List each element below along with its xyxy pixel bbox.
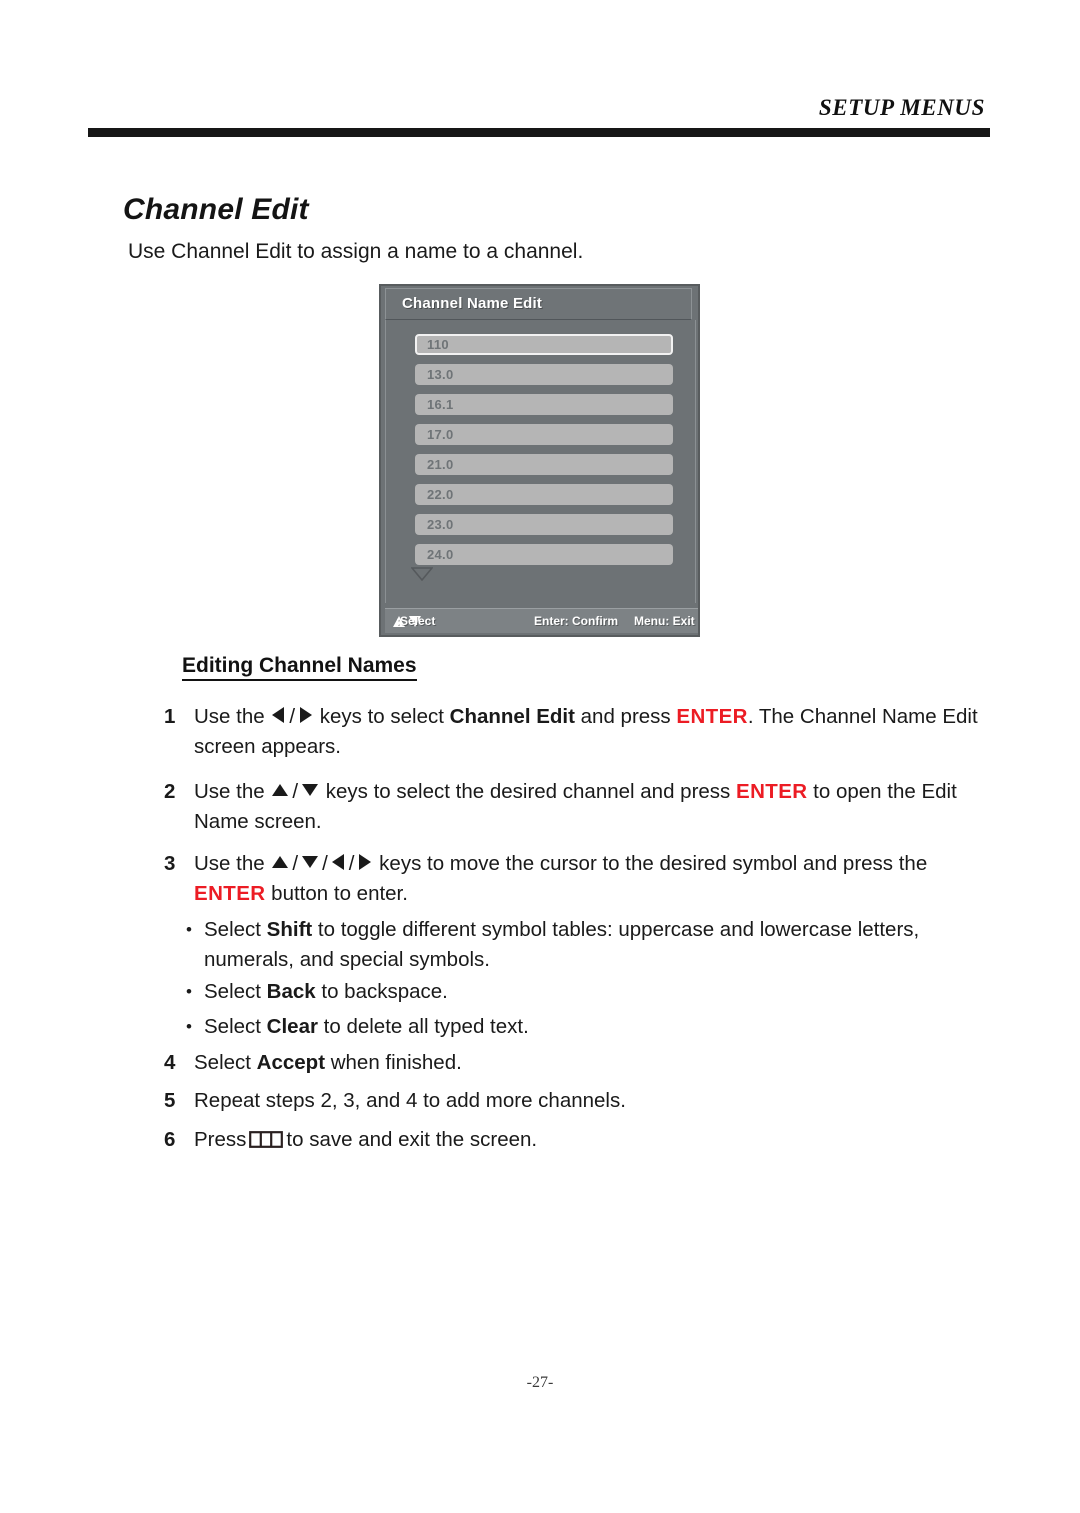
- keyword-back: Back: [266, 980, 316, 1003]
- keyword-enter: ENTER: [676, 705, 748, 728]
- step-text-part: keys to select: [314, 705, 450, 728]
- step-text-part: Use the: [194, 780, 271, 803]
- bullet-item-back: • Select Back to backspace.: [186, 977, 686, 1007]
- osd-title-bar: Channel Name Edit: [385, 288, 692, 320]
- step-number: 1: [164, 705, 176, 728]
- osd-channel-row-7[interactable]: 24.0: [415, 544, 673, 565]
- osd-channel-label: 17.0: [427, 427, 454, 442]
- bullet-text: Select Shift to toggle different symbol …: [204, 915, 976, 975]
- osd-channel-row-2[interactable]: 16.1: [415, 394, 673, 415]
- bullet-item-clear: • Select Clear to delete all typed text.: [186, 1012, 686, 1042]
- step-text: Repeat steps 2, 3, and 4 to add more cha…: [194, 1089, 626, 1112]
- step-number: 5: [164, 1089, 176, 1112]
- osd-channel-label: 23.0: [427, 517, 454, 532]
- osd-channel-row-0[interactable]: 110: [415, 334, 673, 355]
- step-text-part: and press: [574, 705, 677, 728]
- keyword-enter: ENTER: [194, 882, 266, 905]
- osd-channel-label: 16.1: [427, 397, 454, 412]
- arrow-up-icon: [271, 781, 289, 799]
- arrow-down-icon: [301, 853, 319, 871]
- osd-channel-list: 110 13.0 16.1 17.0 21.0 22.0 23.0 24.0: [385, 320, 696, 603]
- step-number: 3: [164, 852, 176, 875]
- bullet-text-part: Select: [204, 980, 267, 1003]
- step-number: 6: [164, 1128, 176, 1151]
- osd-channel-row-4[interactable]: 21.0: [415, 454, 673, 475]
- step-text-part: keys to select the desired channel and p…: [320, 780, 736, 803]
- menu-button-icon: [249, 1131, 284, 1148]
- separator-slash: /: [322, 852, 328, 875]
- bullet-item-shift: • Select Shift to toggle different symbo…: [186, 915, 976, 975]
- arrow-down-icon: [301, 781, 319, 799]
- osd-footer-select-hint: :Select: [396, 614, 436, 628]
- osd-channel-row-5[interactable]: 22.0: [415, 484, 673, 505]
- arrow-right-icon: [298, 706, 313, 724]
- arrow-left-icon: [271, 706, 286, 724]
- bullet-text-part: to delete all typed text.: [317, 1015, 529, 1038]
- osd-channel-label: 13.0: [427, 367, 454, 382]
- step-text-part: Press: [194, 1128, 247, 1151]
- step-text: Use the / keys to select the desired cha…: [194, 777, 1004, 837]
- page-running-header: SETUP MENUS: [0, 95, 1080, 145]
- keyword-enter: ENTER: [736, 780, 808, 803]
- step-text-part: button to enter.: [265, 882, 408, 905]
- osd-channel-label: 24.0: [427, 547, 454, 562]
- osd-footer-bar: :Select Enter: Confirm Menu: Exit: [385, 608, 698, 633]
- bullet-dot-icon: •: [186, 920, 192, 939]
- step-text-part: Use the: [194, 705, 271, 728]
- keyword-channel-edit: Channel Edit: [449, 705, 575, 728]
- osd-channel-row-6[interactable]: 23.0: [415, 514, 673, 535]
- step-3: 3 Use the / / / keys to move the cursor to…: [164, 849, 984, 909]
- step-text: Use the / / / keys to move the cursor to t…: [194, 849, 984, 909]
- bullet-text-part: Select: [204, 1015, 267, 1038]
- header-rule: [88, 128, 990, 137]
- arrow-up-icon: [271, 853, 289, 871]
- step-number: 2: [164, 780, 176, 803]
- intro-paragraph: Use Channel Edit to assign a name to a c…: [128, 240, 584, 263]
- step-text: Press to save and exit the screen.: [194, 1125, 864, 1155]
- step-text: Use the / keys to select Channel Edit an…: [194, 702, 994, 762]
- osd-footer-exit-hint: Menu: Exit: [634, 614, 695, 628]
- sub-heading-editing-channel-names: Editing Channel Names: [182, 654, 417, 681]
- step-text: Select Accept when finished.: [194, 1048, 864, 1078]
- keyword-accept: Accept: [256, 1051, 326, 1074]
- bullet-dot-icon: •: [186, 1017, 192, 1036]
- osd-title: Channel Name Edit: [402, 295, 543, 312]
- separator-slash: /: [289, 705, 296, 728]
- arrow-right-icon: [357, 853, 372, 871]
- step-5: 5 Repeat steps 2, 3, and 4 to add more c…: [164, 1086, 864, 1116]
- bullet-text: Select Back to backspace.: [204, 977, 686, 1007]
- bullet-dot-icon: •: [186, 982, 192, 1001]
- bullet-text-part: Select: [204, 918, 267, 941]
- osd-channel-row-1[interactable]: 13.0: [415, 364, 673, 385]
- step-6: 6 Press to save and exit the screen.: [164, 1125, 864, 1155]
- step-number: 4: [164, 1051, 176, 1074]
- separator-slash: /: [292, 780, 299, 803]
- page-title: Channel Edit: [123, 193, 309, 226]
- separator-slash: /: [292, 852, 299, 875]
- bullet-text: Select Clear to delete all typed text.: [204, 1012, 686, 1042]
- step-text-part: Use the: [194, 852, 271, 875]
- keyword-clear: Clear: [266, 1015, 318, 1038]
- osd-channel-label: 21.0: [427, 457, 454, 472]
- osd-channel-label: 22.0: [427, 487, 454, 502]
- osd-channel-row-3[interactable]: 17.0: [415, 424, 673, 445]
- running-header-title: SETUP MENUS: [818, 95, 985, 120]
- osd-screenshot-figure: Channel Name Edit 110 13.0 16.1 17.0 21.…: [379, 284, 700, 637]
- step-text-part: to save and exit the screen.: [286, 1128, 538, 1151]
- keyword-shift: Shift: [266, 918, 313, 941]
- bullet-text-part: to backspace.: [315, 980, 448, 1003]
- bullet-text-part: to toggle different symbol tables: upper…: [204, 918, 920, 971]
- step-text-part: when finished.: [325, 1051, 462, 1074]
- arrow-left-icon: [331, 853, 346, 871]
- separator-slash: /: [348, 852, 355, 875]
- step-4: 4 Select Accept when finished.: [164, 1048, 864, 1078]
- osd-footer-confirm-hint: Enter: Confirm: [534, 614, 618, 628]
- step-text-part: Select: [194, 1051, 257, 1074]
- osd-channel-label: 110: [427, 337, 449, 352]
- step-1: 1 Use the / keys to select Channel Edit …: [164, 702, 994, 762]
- step-2: 2 Use the / keys to select the desired c…: [164, 777, 1004, 837]
- page-number: -27-: [526, 1374, 554, 1391]
- step-text-part: keys to move the cursor to the desired s…: [373, 852, 928, 875]
